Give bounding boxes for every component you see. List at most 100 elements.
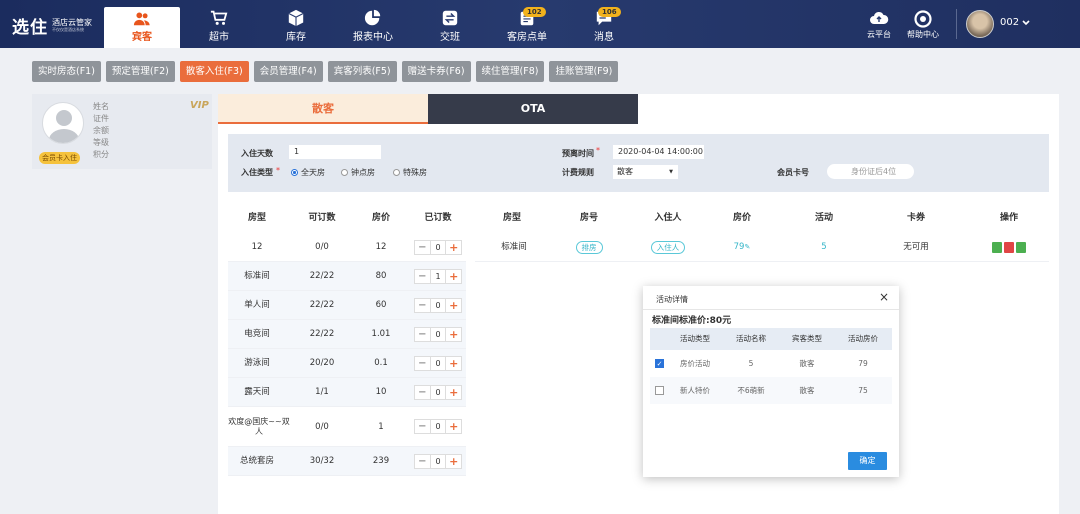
tab-guest-list[interactable]: 宾客列表(F5)	[327, 61, 397, 82]
user-avatar[interactable]	[966, 10, 994, 38]
increment-button[interactable]: +	[445, 357, 461, 370]
activity-name: 不6萌新	[737, 386, 765, 395]
table-row[interactable]: 标准间 22/22 80 −1 +	[228, 262, 466, 291]
increment-button[interactable]: +	[445, 299, 461, 312]
type-radio-hourly[interactable]: 钟点房	[341, 167, 375, 178]
booked-stepper[interactable]: −0 +	[414, 385, 462, 400]
tab-ota[interactable]: OTA	[428, 94, 638, 124]
booked-value[interactable]: 0	[431, 386, 446, 399]
user-name: 002	[1000, 17, 1020, 28]
leave-time-input[interactable]: 2020-04-04 14:00:00	[613, 145, 704, 159]
add-guest-button[interactable]: 入住人	[650, 241, 686, 254]
type-special-label: 特殊房	[403, 168, 427, 177]
user-menu[interactable]: 002	[1000, 17, 1030, 28]
confirm-button[interactable]: 确定	[848, 452, 887, 470]
table-row[interactable]: 总统套房 30/32 239 −0 +	[228, 447, 466, 476]
tab-gift-coupons[interactable]: 赠送卡券(F6)	[401, 61, 471, 82]
edit-icon[interactable]: ✎	[744, 243, 750, 251]
increment-button[interactable]: +	[445, 455, 461, 468]
member-field-level: 等级	[93, 138, 109, 147]
delete-action-icon[interactable]	[1004, 242, 1014, 253]
nav-help-center[interactable]: 帮助中心	[902, 0, 944, 48]
booked-stepper[interactable]: −0 +	[414, 419, 462, 434]
decrement-button[interactable]: −	[415, 241, 431, 254]
increment-button[interactable]: +	[445, 270, 461, 283]
table-row[interactable]: 电竞间 22/22 1.01 −0 +	[228, 320, 466, 349]
coupon-status: 无可用	[903, 242, 929, 253]
room-price: 1.01	[371, 329, 391, 340]
booked-value[interactable]: 0	[431, 420, 446, 433]
selected-room-type: 标准间	[501, 242, 527, 253]
booked-stepper[interactable]: −0 +	[414, 454, 462, 469]
type-label: 入住类型	[241, 168, 273, 177]
nav-messages[interactable]: 106 消息	[566, 0, 642, 48]
card-number-input[interactable]: 身份证后4位	[827, 164, 914, 179]
decrement-button[interactable]: −	[415, 420, 431, 433]
activity-checkbox[interactable]: ✓	[655, 359, 664, 368]
tab-reservation[interactable]: 预定管理(F2)	[105, 61, 175, 82]
table-row[interactable]: 单人间 22/22 60 −0 +	[228, 291, 466, 320]
decrement-button[interactable]: −	[415, 455, 431, 468]
increment-button[interactable]: +	[445, 241, 461, 254]
nav-inventory[interactable]: 库存	[258, 0, 334, 48]
nav-cloud-platform[interactable]: 云平台	[860, 0, 898, 48]
booked-stepper[interactable]: −0 +	[414, 327, 462, 342]
member-card-checkin-badge[interactable]: 会员卡入住	[39, 152, 80, 164]
table-row[interactable]: ✓ 房价活动 5 散客 79	[650, 350, 892, 377]
card-action-icon[interactable]	[1016, 242, 1026, 253]
tab-member-management[interactable]: 会员管理(F4)	[253, 61, 323, 82]
type-radio-special[interactable]: 特殊房	[393, 167, 427, 178]
booked-value[interactable]: 1	[431, 270, 446, 283]
selected-price[interactable]: 79 ✎	[715, 233, 769, 262]
table-row[interactable]: 新人特价 不6萌新 散客 75	[650, 377, 892, 404]
available-count: 0/0	[315, 242, 329, 253]
logo-mark: 选住	[12, 18, 48, 38]
nav-supermarket[interactable]: 超市	[181, 0, 257, 48]
tab-extend-stay[interactable]: 续住管理(F8)	[475, 61, 545, 82]
nav-reports-label: 报表中心	[353, 32, 393, 43]
guest-action-icon[interactable]	[992, 242, 1002, 253]
booked-value[interactable]: 0	[431, 241, 446, 254]
billing-rule-select[interactable]: 散客	[613, 165, 678, 179]
chevron-down-icon	[1022, 19, 1030, 25]
booked-stepper[interactable]: −0 +	[414, 240, 462, 255]
tab-realtime-status[interactable]: 实时房态(F1)	[32, 61, 101, 82]
decrement-button[interactable]: −	[415, 270, 431, 283]
nav-shift[interactable]: 交班	[412, 0, 488, 48]
booked-stepper[interactable]: −0 +	[414, 298, 462, 313]
modal-title: 活动详情	[656, 295, 688, 304]
decrement-button[interactable]: −	[415, 328, 431, 341]
type-radio-fullday[interactable]: 全天房	[291, 167, 325, 178]
activity-link[interactable]: 5	[795, 233, 853, 262]
increment-button[interactable]: +	[445, 386, 461, 399]
table-row[interactable]: 露天间 1/1 10 −0 +	[228, 378, 466, 407]
increment-button[interactable]: +	[445, 328, 461, 341]
tab-walkin[interactable]: 散客	[218, 94, 428, 124]
booked-value[interactable]: 0	[431, 455, 446, 468]
booked-value[interactable]: 0	[431, 299, 446, 312]
booked-stepper[interactable]: −1 +	[414, 269, 462, 284]
table-row[interactable]: 12 0/0 12 −0 +	[228, 233, 466, 262]
close-icon[interactable]: ×	[879, 290, 889, 304]
activity-checkbox[interactable]	[655, 386, 664, 395]
help-center-label: 帮助中心	[907, 30, 939, 39]
table-row[interactable]: 欢度@国庆~~双人 0/0 1 −0 +	[228, 407, 466, 447]
decrement-button[interactable]: −	[415, 357, 431, 370]
nav-room-order[interactable]: 102 客房点单	[489, 0, 565, 48]
assign-room-button[interactable]: 排房	[575, 241, 603, 254]
booked-stepper[interactable]: −0 +	[414, 356, 462, 371]
radio-dot	[393, 169, 400, 176]
table-row[interactable]: 标准间 排房 入住人 79 ✎ 5 无可用	[475, 233, 1049, 262]
nav-reports[interactable]: 报表中心	[335, 0, 411, 48]
booked-value[interactable]: 0	[431, 328, 446, 341]
tab-credit-account[interactable]: 挂账管理(F9)	[549, 61, 619, 82]
decrement-button[interactable]: −	[415, 299, 431, 312]
booked-value[interactable]: 0	[431, 357, 446, 370]
standard-price-label: 标准间标准价:80元	[652, 316, 732, 326]
nav-guests[interactable]: 宾客	[104, 7, 180, 48]
increment-button[interactable]: +	[445, 420, 461, 433]
days-input[interactable]: 1	[289, 145, 381, 159]
table-row[interactable]: 游泳间 20/20 0.1 −0 +	[228, 349, 466, 378]
decrement-button[interactable]: −	[415, 386, 431, 399]
tab-walkin-checkin[interactable]: 散客入住(F3)	[179, 61, 249, 82]
